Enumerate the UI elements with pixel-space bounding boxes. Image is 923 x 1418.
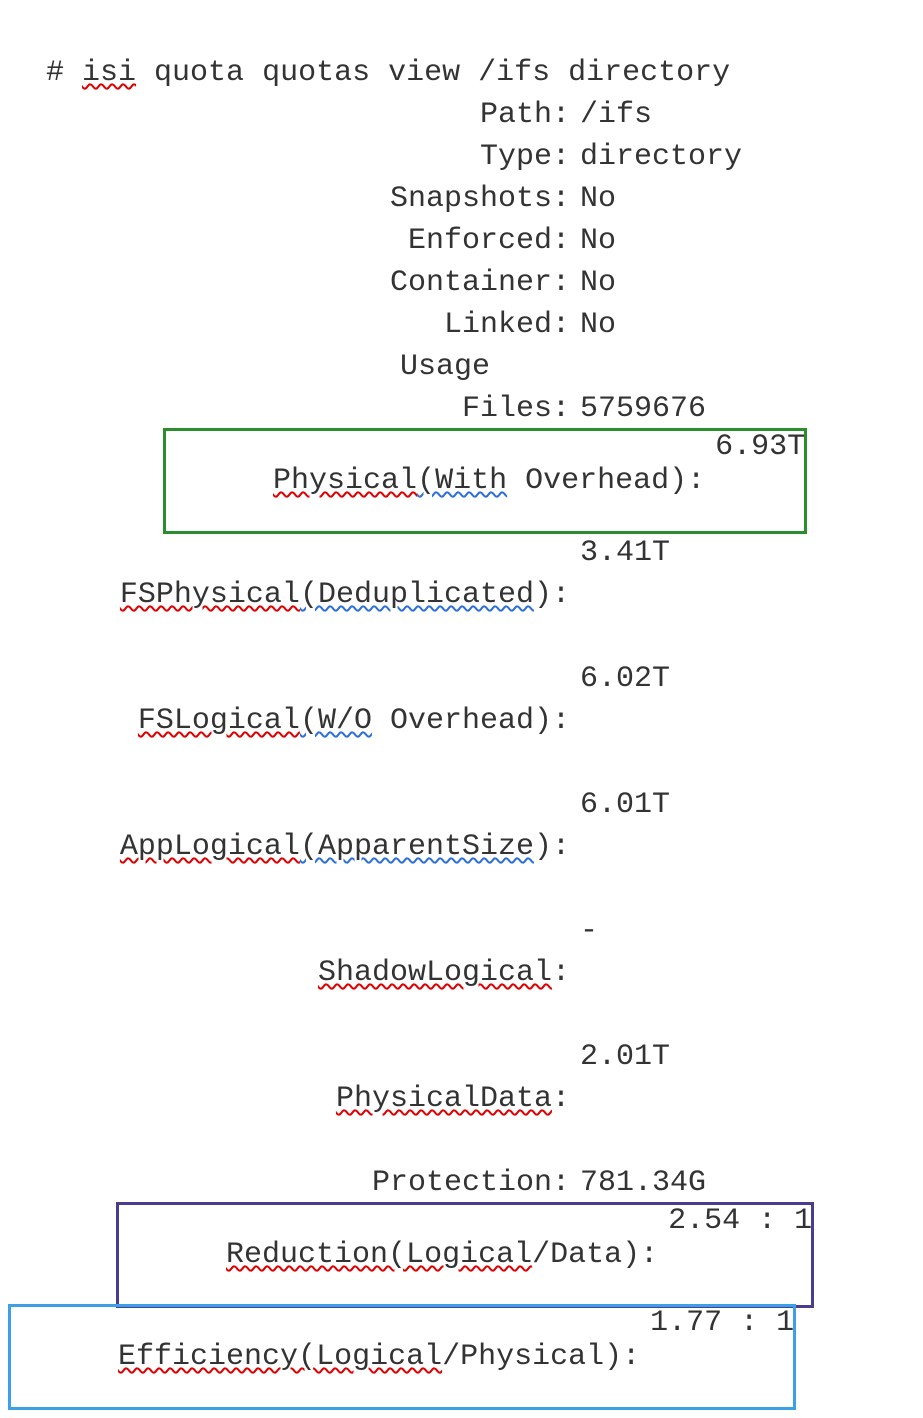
row-snapshots: Snapshots: No — [10, 178, 913, 220]
row-protection: Protection: 781.34G — [10, 1162, 913, 1204]
label-efficiency-text: Efficiency(Logical — [118, 1340, 442, 1374]
highlight-efficiency: Efficiency(Logical/Physical): 1.77 : 1 — [10, 1306, 794, 1408]
row-physical: Physical(With Overhead): 6.93T — [10, 430, 913, 532]
label-reduction-data: /Data): — [532, 1238, 658, 1272]
row-usage-header: Usage — [10, 346, 913, 388]
row-reduction: Reduction(Logical/Data): 2.54 : 1 — [10, 1204, 913, 1306]
value-physicaldata: 2.01T — [570, 1036, 670, 1162]
value-fslogical: 6.02T — [570, 658, 670, 784]
value-container: No — [570, 262, 616, 304]
row-type: Type: directory — [10, 136, 913, 178]
value-fsphysical: 3.41T — [570, 532, 670, 658]
highlight-physical: Physical(With Overhead): 6.93T — [165, 430, 805, 532]
value-usage — [490, 346, 500, 388]
label-efficiency-physical: /Physical): — [442, 1340, 640, 1374]
value-path: /ifs — [570, 94, 652, 136]
label-usage: Usage — [10, 346, 490, 388]
label-fslogical: FSLogical(W/O Overhead): — [10, 658, 570, 784]
label-physicaldata: PhysicalData: — [10, 1036, 570, 1162]
row-enforced: Enforced: No — [10, 220, 913, 262]
label-reduction-text: Reduction(Logical — [226, 1238, 532, 1272]
label-path: Path: — [10, 94, 570, 136]
row-physicaldata: PhysicalData: 2.01T — [10, 1036, 913, 1162]
label-protection: Protection: — [10, 1162, 570, 1204]
row-linked: Linked: No — [10, 304, 913, 346]
label-shadowlogical: ShadowLogical: — [10, 910, 570, 1036]
command-rest: quota quotas view /ifs directory — [136, 56, 730, 90]
label-fsphysical: FSPhysical(Deduplicated): — [10, 532, 570, 658]
label-files: Files: — [10, 388, 570, 430]
prompt: # — [46, 56, 82, 90]
value-files: 5759676 — [570, 388, 706, 430]
label-snapshots: Snapshots: — [10, 178, 570, 220]
value-protection: 781.34G — [570, 1162, 706, 1204]
highlight-reduction: Reduction(Logical/Data): 2.54 : 1 — [118, 1204, 812, 1306]
row-fsphysical: FSPhysical(Deduplicated): 3.41T — [10, 532, 913, 658]
value-enforced: No — [570, 220, 616, 262]
value-type: directory — [570, 136, 742, 178]
label-linked: Linked: — [10, 304, 570, 346]
value-efficiency: 1.77 : 1 — [640, 1306, 794, 1408]
label-enforced: Enforced: — [10, 220, 570, 262]
value-reduction: 2.54 : 1 — [658, 1204, 812, 1306]
value-applogical: 6.01T — [570, 784, 670, 910]
label-physical-overhead: Overhead): — [507, 464, 705, 498]
label-applogical: AppLogical(ApparentSize): — [10, 784, 570, 910]
row-files: Files: 5759676 — [10, 388, 913, 430]
command-line: # isi quota quotas view /ifs directory — [10, 10, 913, 94]
row-efficiency: Efficiency(Logical/Physical): 1.77 : 1 — [10, 1306, 913, 1408]
value-physical: 6.93T — [705, 430, 805, 532]
label-type: Type: — [10, 136, 570, 178]
value-snapshots: No — [570, 178, 616, 220]
row-container: Container: No — [10, 262, 913, 304]
row-path: Path: /ifs — [10, 94, 913, 136]
value-linked: No — [570, 304, 616, 346]
row-fslogical: FSLogical(W/O Overhead): 6.02T — [10, 658, 913, 784]
label-physical-with: (With — [417, 464, 507, 498]
value-shadowlogical: - — [570, 910, 598, 1036]
label-physical-text: Physical — [273, 464, 417, 498]
row-applogical: AppLogical(ApparentSize): 6.01T — [10, 784, 913, 910]
label-container: Container: — [10, 262, 570, 304]
row-shadowlogical: ShadowLogical: - — [10, 910, 913, 1036]
command-isi: isi — [82, 56, 136, 90]
